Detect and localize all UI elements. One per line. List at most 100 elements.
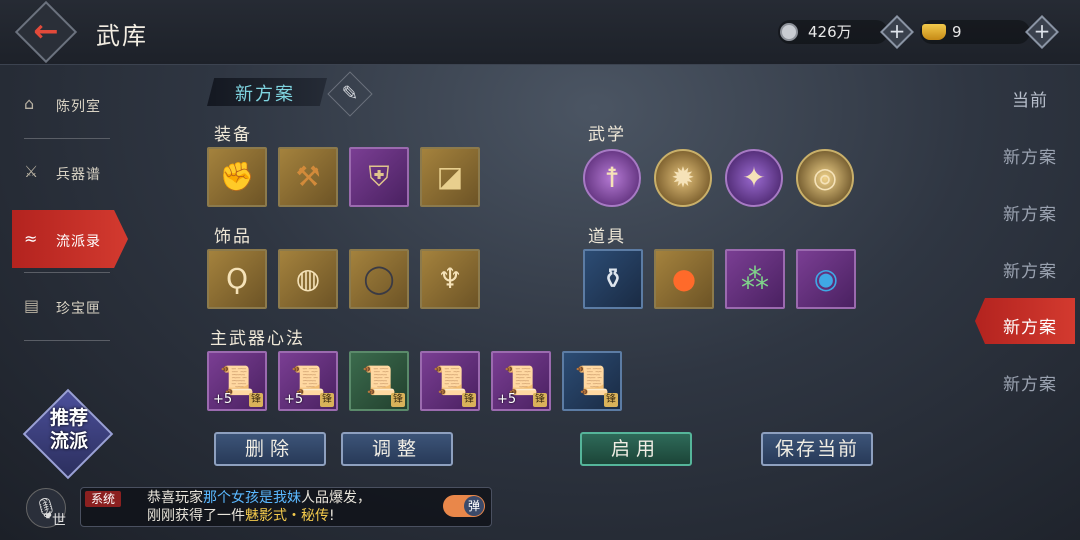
school-icon: ≈ [24, 229, 38, 248]
nav-label: 流派录 [56, 234, 101, 250]
nav-label: 陈列室 [56, 99, 101, 115]
nav-item-display-room[interactable]: ⌂ 陈列室 [20, 76, 112, 132]
warrior-pose-icon: ☨ [604, 161, 620, 194]
lock-badge-icon: 锋 [533, 393, 547, 407]
martial-skill-slot[interactable]: ◎ [796, 149, 854, 207]
plan-item-selected[interactable]: 新方案 [990, 313, 1070, 338]
nav-item-treasure[interactable]: ▤ 珍宝匣 [20, 278, 112, 334]
popup-toggle[interactable]: 弹 [443, 495, 485, 517]
heart-method-slot[interactable]: 📜 锋 [562, 351, 622, 411]
accessory-slot[interactable]: Ϙ [207, 249, 267, 309]
fire-bomb-icon: ● [671, 262, 697, 295]
page-title: 武库 [96, 22, 148, 50]
plan-item[interactable]: 新方案 [990, 200, 1070, 225]
accessory-heading: 饰品 [214, 227, 252, 247]
plus-icon[interactable]: + [885, 19, 909, 43]
prop-slot[interactable]: ⚱ [583, 249, 643, 309]
necklace-icon: Ϙ [225, 262, 249, 295]
prop-slot[interactable]: ◉ [796, 249, 856, 309]
world-channel-label: 世 [52, 513, 66, 529]
weapon-book-icon: ⚔ [24, 162, 39, 181]
divider [24, 340, 110, 341]
equipment-slot[interactable]: ✊ [207, 147, 267, 207]
green-pellets-icon: ⁂ [741, 262, 769, 295]
system-tag: 系统 [85, 491, 122, 507]
lock-badge-icon: 锋 [391, 393, 405, 407]
nav-label: 兵器谱 [56, 167, 101, 183]
accessory-slot[interactable]: ◍ [278, 249, 338, 309]
recommend-line1: 推荐 [49, 407, 88, 429]
ring-icon: ◍ [295, 262, 321, 295]
silver-coin-icon [780, 23, 798, 41]
bracer-icon: ◪ [436, 160, 464, 193]
heart-method-slot[interactable]: 📜 +5 锋 [207, 351, 267, 411]
swirl-icon: ◎ [812, 161, 838, 194]
plan-item[interactable]: 新方案 [990, 257, 1070, 282]
lock-badge-icon: 锋 [320, 393, 334, 407]
martial-heading: 武学 [588, 125, 626, 145]
equipment-slot[interactable]: ⚒ [278, 147, 338, 207]
equipment-slot[interactable]: ◪ [420, 147, 480, 207]
weapon-icon: ⚒ [295, 160, 321, 193]
potion-jar-icon: ⚱ [601, 262, 625, 295]
item-name[interactable]: 魅影式・秘传 [245, 508, 329, 524]
treasure-box-icon: ▤ [24, 296, 40, 315]
divider [24, 272, 110, 273]
props-heading: 道具 [588, 227, 626, 247]
chat-text: 恭喜玩家 [147, 490, 203, 506]
prop-slot[interactable]: ⁂ [725, 249, 785, 309]
recommend-school-label[interactable]: 推荐 流派 [40, 407, 98, 453]
chat-text: ! [329, 508, 335, 524]
plan-item-current[interactable]: 当前 [990, 86, 1070, 111]
plan-item[interactable]: 新方案 [990, 370, 1070, 395]
edit-pen-icon[interactable]: ✎ [336, 79, 364, 107]
plus-icon[interactable]: + [1030, 19, 1054, 43]
enhance-level: +5 [284, 392, 304, 407]
blue-orb-icon: ◉ [813, 262, 839, 295]
prop-slot[interactable]: ● [654, 249, 714, 309]
pavilion-icon: ⌂ [24, 94, 35, 113]
equipment-heading: 装备 [214, 125, 252, 145]
chat-text: 人品爆发， [301, 490, 371, 506]
leaping-figure-icon: ✦ [742, 161, 766, 194]
delete-button[interactable]: 删除 [214, 432, 326, 466]
equipment-slot[interactable]: ⛨ [349, 147, 409, 207]
chat-message-box[interactable]: 系统 恭喜玩家那个女孩是我妹人品爆发， 刚刚获得了一件魅影式・秘传! 弹 [80, 487, 492, 527]
chat-line-2: 刚刚获得了一件魅影式・秘传! [147, 507, 335, 525]
plan-item[interactable]: 新方案 [990, 143, 1070, 168]
gold-amount: 9 [952, 23, 962, 41]
martial-skill-slot[interactable]: ☨ [583, 149, 641, 207]
nav-label: 珍宝匣 [56, 301, 101, 317]
bracelet-icon: ◯ [363, 262, 395, 295]
armor-icon: ⛨ [368, 160, 390, 193]
chat-line-1: 恭喜玩家那个女孩是我妹人品爆发， [147, 489, 371, 507]
popup-toggle-knob: 弹 [464, 496, 484, 516]
lock-badge-icon: 锋 [604, 393, 618, 407]
lock-badge-icon: 锋 [249, 393, 263, 407]
heart-method-slot[interactable]: 📜 +5 锋 [278, 351, 338, 411]
enhance-level: +5 [497, 392, 517, 407]
gauntlet-icon: ✊ [219, 160, 255, 193]
heart-method-slot[interactable]: 📜 +5 锋 [491, 351, 551, 411]
player-name[interactable]: 那个女孩是我妹 [203, 490, 301, 506]
silver-currency: 426万 [778, 20, 888, 44]
chat-text: 刚刚获得了一件 [147, 508, 245, 524]
heart-method-slot[interactable]: 📜 锋 [420, 351, 480, 411]
accessory-slot[interactable]: ◯ [349, 249, 409, 309]
enhance-level: +5 [213, 392, 233, 407]
nav-item-weapon-book[interactable]: ⚔ 兵器谱 [20, 144, 112, 200]
pendant-icon: ♆ [437, 262, 463, 295]
save-current-button[interactable]: 保存当前 [761, 432, 873, 466]
lock-badge-icon: 锋 [462, 393, 476, 407]
nav-item-school[interactable]: ≈ 流派录 [20, 211, 112, 267]
top-bar [0, 0, 1080, 65]
recommend-line2: 流派 [49, 430, 88, 452]
heart-method-slot[interactable]: 📜 锋 [349, 351, 409, 411]
enable-button[interactable]: 启用 [580, 432, 692, 466]
plan-name: 新方案 [235, 84, 295, 105]
martial-skill-slot[interactable]: ✦ [725, 149, 783, 207]
martial-skill-slot[interactable]: ✹ [654, 149, 712, 207]
accessory-slot[interactable]: ♆ [420, 249, 480, 309]
back-arrow-icon[interactable]: ← [30, 14, 62, 50]
adjust-button[interactable]: 调整 [341, 432, 453, 466]
